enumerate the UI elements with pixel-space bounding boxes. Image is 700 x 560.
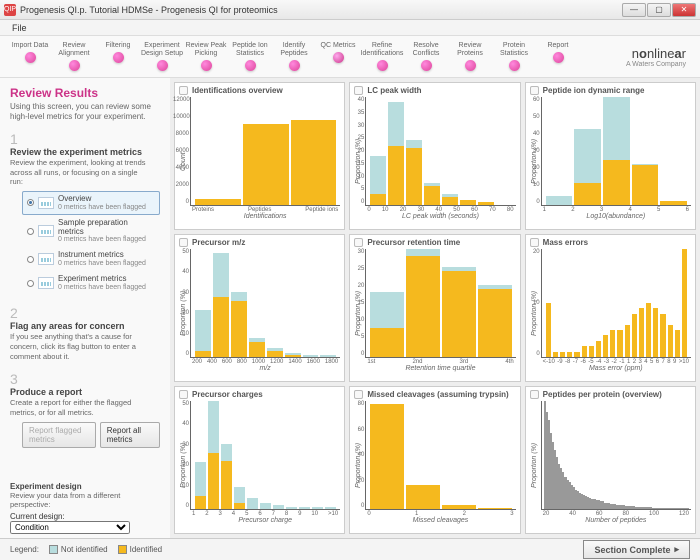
page-desc: Using this screen, you can review some h… bbox=[10, 102, 160, 123]
workflow-step-11[interactable]: ProteinStatistics bbox=[492, 42, 536, 70]
workflow-step-3[interactable]: ExperimentDesign Setup bbox=[140, 42, 184, 70]
flag-button[interactable] bbox=[179, 86, 188, 95]
chart-peptides-per-protein: Peptides per protein (overview)Proportio… bbox=[525, 386, 696, 534]
flag-button[interactable] bbox=[354, 238, 363, 247]
maximize-button[interactable]: ▢ bbox=[647, 3, 671, 17]
workflow-step-12[interactable]: Report bbox=[536, 42, 580, 70]
step2-title: Flag any areas for concern bbox=[10, 321, 150, 331]
metric-item-1[interactable]: Sample preparation metrics0 metrics have… bbox=[22, 215, 160, 248]
chart-identifications: Identifications overviewCount12000100008… bbox=[174, 82, 345, 230]
menu-file[interactable]: File bbox=[6, 21, 33, 35]
workflow-step-5[interactable]: Peptide IonStatistics bbox=[228, 42, 272, 70]
chevron-right-icon: ▸ bbox=[674, 544, 679, 555]
workflow-step-1[interactable]: ReviewAlignment bbox=[52, 42, 96, 70]
chart-dynamic-range: Peptide ion dynamic rangeProportion (%)6… bbox=[525, 82, 696, 230]
design-select[interactable]: Condition bbox=[10, 521, 130, 534]
minimize-button[interactable]: — bbox=[622, 3, 646, 17]
workflow-step-10[interactable]: ReviewProteins bbox=[448, 42, 492, 70]
metric-item-0[interactable]: Overview0 metrics have been flagged bbox=[22, 191, 160, 215]
step1-title: Review the experiment metrics bbox=[10, 147, 150, 157]
flag-button[interactable] bbox=[179, 238, 188, 247]
flag-button[interactable] bbox=[354, 86, 363, 95]
section-complete-button[interactable]: Section Complete▸ bbox=[583, 540, 690, 559]
chart-lc-peak-width: LC peak widthProportion (%)4035302520151… bbox=[349, 82, 520, 230]
workflow-step-4[interactable]: Review PeakPicking bbox=[184, 42, 228, 70]
flag-button[interactable] bbox=[354, 390, 363, 399]
chart-precursor-charges: Precursor chargesProportion (%)504030201… bbox=[174, 386, 345, 534]
workflow-step-2[interactable]: Filtering bbox=[96, 42, 140, 70]
exp-design-title: Experiment design bbox=[10, 482, 160, 491]
workflow-step-0[interactable]: Import Data bbox=[8, 42, 52, 70]
flag-button[interactable] bbox=[530, 238, 539, 247]
workflow-step-7[interactable]: QC Metrics bbox=[316, 42, 360, 70]
flag-button[interactable] bbox=[530, 86, 539, 95]
report-all-button[interactable]: Report all metrics bbox=[100, 422, 160, 448]
metric-item-3[interactable]: Experiment metrics0 metrics have been fl… bbox=[22, 271, 160, 295]
legend-label: Legend: bbox=[10, 545, 39, 554]
step3-title: Produce a report bbox=[10, 387, 150, 397]
close-button[interactable]: ✕ bbox=[672, 3, 696, 17]
flag-button[interactable] bbox=[179, 390, 188, 399]
workflow-step-8[interactable]: RefineIdentifications bbox=[360, 42, 404, 70]
metric-item-2[interactable]: Instrument metrics0 metrics have been fl… bbox=[22, 247, 160, 271]
flag-button[interactable] bbox=[530, 390, 539, 399]
chart-retention-time: Precursor retention timeProportion (%)30… bbox=[349, 234, 520, 382]
chart-missed-cleavages: Missed cleavages (assuming trypsin)Propo… bbox=[349, 386, 520, 534]
app-icon: QIP bbox=[4, 4, 16, 16]
brand-logo: nonlinear A Waters Company bbox=[626, 46, 692, 68]
workflow-step-9[interactable]: ResolveConflicts bbox=[404, 42, 448, 70]
workflow-step-6[interactable]: IdentifyPeptides bbox=[272, 42, 316, 70]
window-title: Progenesis QI.p. Tutorial HDMSe - Progen… bbox=[20, 5, 622, 15]
report-flagged-button[interactable]: Report flagged metrics bbox=[22, 422, 96, 448]
chart-precursor-mz: Precursor m/zProportion (%)5040302010020… bbox=[174, 234, 345, 382]
page-title: Review Results bbox=[10, 86, 160, 100]
chart-mass-errors: Mass errorsProportion (%)20100<-10-9-8-7… bbox=[525, 234, 696, 382]
